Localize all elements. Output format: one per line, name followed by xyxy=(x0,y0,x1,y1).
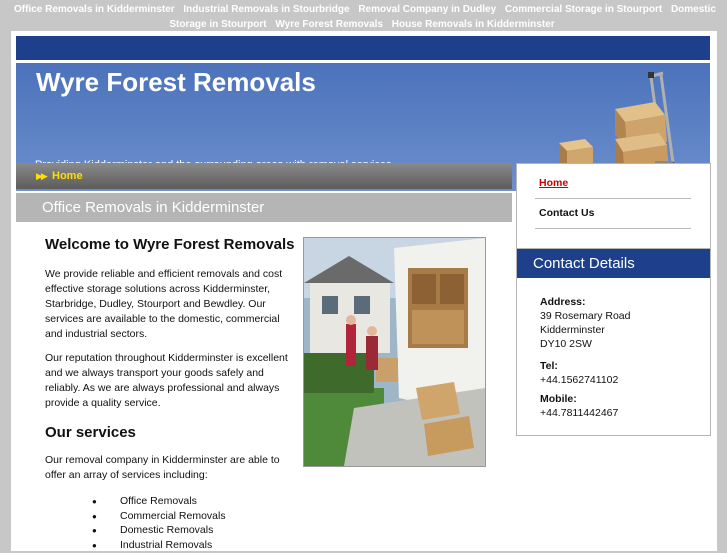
mobile-label: Mobile: xyxy=(540,393,577,405)
site-title: Wyre Forest Removals xyxy=(36,67,316,98)
services-heading: Our services xyxy=(45,424,295,441)
toplink-removal-company[interactable]: Removal Company in Dudley xyxy=(358,4,496,15)
breadcrumb-bar: ▶▶ Home xyxy=(16,163,512,189)
list-item: Domestic Removals xyxy=(90,524,226,539)
double-arrow-icon: ▶▶ xyxy=(36,171,46,182)
mobile-block: Mobile: +44.7811442467 xyxy=(540,392,618,420)
contact-heading-bar: Contact Details xyxy=(517,249,710,278)
address-label: Address: xyxy=(540,296,586,308)
sidenav-home-link[interactable]: Home xyxy=(539,177,568,189)
page-frame: Wyre Forest Removals Providing Kiddermin… xyxy=(11,31,717,551)
removal-van-photo xyxy=(303,237,486,467)
address-line-1: 39 Rosemary Road xyxy=(540,310,630,322)
welcome-heading: Welcome to Wyre Forest Removals xyxy=(45,236,295,253)
contact-heading: Contact Details xyxy=(533,255,635,272)
side-navigation: Home Contact Us xyxy=(516,163,711,249)
toplink-industrial-removals[interactable]: Industrial Removals in Stourbridge xyxy=(183,4,349,15)
breadcrumb-home-link[interactable]: Home xyxy=(52,170,83,182)
address-line-3: DY10 2SW xyxy=(540,338,592,350)
list-item: Industrial Removals xyxy=(90,539,226,553)
mobile-number: +44.7811442467 xyxy=(540,407,618,419)
main-content: Welcome to Wyre Forest Removals We provi… xyxy=(45,236,295,483)
toplink-wyre-forest[interactable]: Wyre Forest Removals xyxy=(275,19,383,30)
toplink-commercial-storage[interactable]: Commercial Storage in Stourport xyxy=(505,4,662,15)
reputation-paragraph: Our reputation throughout Kidderminster … xyxy=(45,351,295,411)
services-list: Office Removals Commercial Removals Dome… xyxy=(90,495,226,553)
sidenav-contact-link[interactable]: Contact Us xyxy=(539,207,594,219)
tel-label: Tel: xyxy=(540,360,558,372)
toplink-house-removals[interactable]: House Removals in Kidderminster xyxy=(392,19,555,30)
divider xyxy=(535,198,691,199)
tel-number: +44.1562741102 xyxy=(540,374,618,386)
divider xyxy=(535,228,691,229)
toplink-office-removals[interactable]: Office Removals in Kidderminster xyxy=(14,4,175,15)
list-item: Commercial Removals xyxy=(90,510,226,525)
top-links: Office Removals in Kidderminster Industr… xyxy=(0,2,727,32)
address-block: Address: 39 Rosemary Road Kidderminster … xyxy=(540,295,630,351)
top-bar xyxy=(16,36,710,60)
list-item: Office Removals xyxy=(90,495,226,510)
page-title-bar: Office Removals in Kidderminster xyxy=(16,193,512,222)
tel-block: Tel: +44.1562741102 xyxy=(540,359,618,387)
contact-panel: Contact Details Address: 39 Rosemary Roa… xyxy=(516,248,711,436)
address-line-2: Kidderminster xyxy=(540,324,605,336)
services-intro: Our removal company in Kidderminster are… xyxy=(45,453,295,483)
page-title: Office Removals in Kidderminster xyxy=(42,199,264,216)
intro-paragraph: We provide reliable and efficient remova… xyxy=(45,267,295,342)
